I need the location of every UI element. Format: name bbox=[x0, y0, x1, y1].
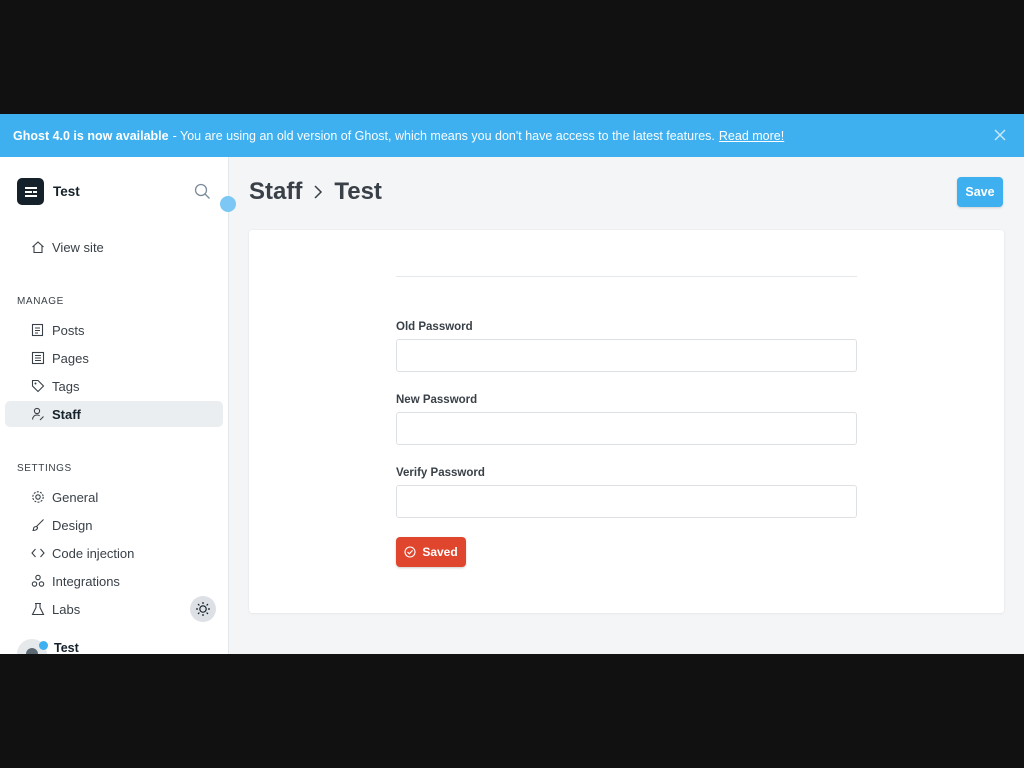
flask-icon bbox=[31, 602, 45, 616]
nav-code-injection-label: Code injection bbox=[52, 545, 135, 561]
ghost-admin-screen: Ghost 4.0 is now available - You are usi… bbox=[0, 114, 1024, 654]
new-password-field[interactable] bbox=[396, 412, 857, 445]
nav-design-label: Design bbox=[52, 517, 93, 533]
change-password-button[interactable]: Saved bbox=[396, 537, 466, 567]
pages-icon bbox=[31, 351, 45, 365]
nav-posts-label: Posts bbox=[52, 322, 85, 338]
breadcrumb-staff-link[interactable]: Staff bbox=[249, 178, 302, 206]
site-logo-icon bbox=[17, 178, 44, 205]
nav-staff[interactable]: Staff bbox=[5, 401, 223, 427]
tag-icon bbox=[31, 379, 45, 393]
old-password-field[interactable] bbox=[396, 339, 857, 372]
nav-design[interactable]: Design bbox=[5, 512, 223, 538]
user-menu[interactable]: Test bbox=[17, 639, 79, 654]
nav-code-injection[interactable]: Code injection bbox=[5, 540, 223, 566]
nav-posts[interactable]: Posts bbox=[5, 317, 223, 343]
sun-icon bbox=[196, 602, 210, 616]
user-name: Test bbox=[54, 641, 79, 654]
integrations-icon bbox=[31, 574, 45, 587]
site-brand[interactable]: Test bbox=[17, 178, 80, 205]
nav-integrations[interactable]: Integrations bbox=[5, 568, 223, 594]
nav-general[interactable]: General bbox=[5, 484, 223, 510]
breadcrumb: Staff Test bbox=[249, 178, 382, 206]
verify-password-label: Verify Password bbox=[396, 467, 485, 479]
nav-tags-label: Tags bbox=[52, 378, 80, 394]
nav-tags[interactable]: Tags bbox=[5, 373, 223, 399]
code-icon bbox=[31, 548, 45, 558]
breadcrumb-current: Test bbox=[334, 178, 382, 205]
night-mode-toggle[interactable] bbox=[190, 596, 216, 622]
notification-dot bbox=[39, 641, 48, 650]
save-button[interactable]: Save bbox=[957, 177, 1003, 207]
nav-pages[interactable]: Pages bbox=[5, 345, 223, 371]
nav-general-label: General bbox=[52, 489, 99, 505]
brush-icon bbox=[32, 519, 44, 532]
check-circle-icon bbox=[404, 546, 416, 558]
verify-password-field[interactable] bbox=[396, 485, 857, 518]
old-password-label: Old Password bbox=[396, 321, 473, 333]
nav-staff-label: Staff bbox=[52, 406, 81, 422]
chevron-right-icon bbox=[314, 185, 323, 199]
nav-labs-label: Labs bbox=[52, 601, 81, 617]
staff-icon bbox=[31, 407, 44, 421]
cursor-indicator-dot bbox=[220, 196, 236, 212]
nav-pages-label: Pages bbox=[52, 350, 89, 366]
banner-title: Ghost 4.0 is now available bbox=[13, 128, 169, 143]
posts-icon bbox=[31, 323, 44, 337]
manage-heading: MANAGE bbox=[17, 296, 64, 307]
gear-icon bbox=[32, 491, 44, 503]
banner-message: - You are using an old version of Ghost,… bbox=[172, 128, 715, 143]
nav-view-site-label: View site bbox=[52, 239, 104, 255]
saved-label: Saved bbox=[422, 545, 458, 559]
divider bbox=[396, 276, 857, 277]
settings-heading: SETTINGS bbox=[17, 463, 72, 474]
site-name: Test bbox=[53, 184, 80, 199]
password-card: Old Password New Password Verify Passwor… bbox=[249, 230, 1004, 613]
nav-integrations-label: Integrations bbox=[52, 573, 120, 589]
home-icon bbox=[32, 241, 44, 254]
nav-view-site[interactable]: View site bbox=[5, 234, 223, 260]
banner-read-more-link[interactable]: Read more! bbox=[719, 129, 784, 143]
search-icon[interactable] bbox=[194, 183, 211, 200]
close-icon[interactable] bbox=[992, 127, 1008, 143]
sidebar: Test View site MANAGE Posts Pages Tags S… bbox=[0, 157, 229, 654]
update-banner: Ghost 4.0 is now available - You are usi… bbox=[0, 114, 1024, 157]
new-password-label: New Password bbox=[396, 394, 478, 406]
